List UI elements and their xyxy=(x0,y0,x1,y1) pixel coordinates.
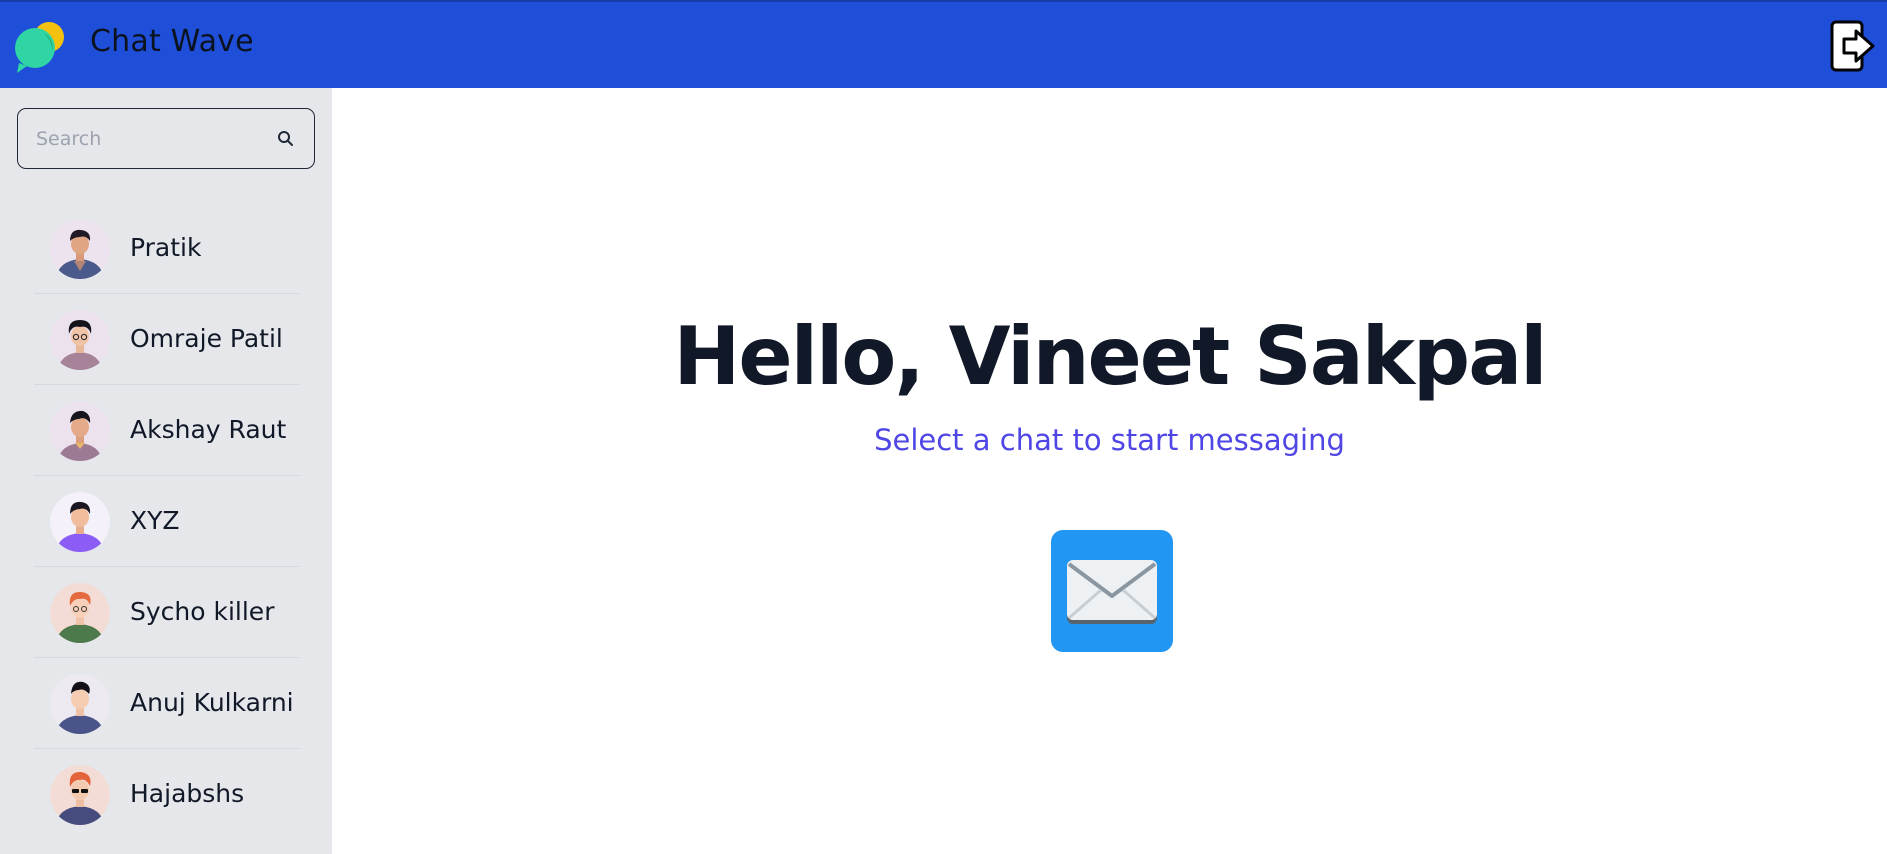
avatar-man-mauve-shirt-icon xyxy=(50,401,110,461)
contact-list: Pratik Omraje Patil Akshay Raut XYZ Sych… xyxy=(34,203,300,840)
contact-item[interactable]: Anuj Kulkarni xyxy=(34,658,300,749)
contact-item[interactable]: Sycho killer xyxy=(34,567,300,658)
avatar-man-curly-hair-icon xyxy=(50,310,110,370)
contact-item[interactable]: Hajabshs xyxy=(34,749,300,840)
contact-item[interactable]: Akshay Raut xyxy=(34,385,300,476)
contact-item[interactable]: XYZ xyxy=(34,476,300,567)
avatar-man-dark-hair-icon xyxy=(50,219,110,279)
logout-icon xyxy=(1830,20,1875,72)
contact-name: Pratik xyxy=(130,233,202,262)
contact-item[interactable]: Omraje Patil xyxy=(34,294,300,385)
greeting-heading: Hello, Vineet Sakpal xyxy=(673,310,1547,403)
search-box[interactable] xyxy=(17,108,315,169)
search-input[interactable] xyxy=(36,123,266,155)
app-title: Chat Wave xyxy=(90,24,254,59)
contact-name: XYZ xyxy=(130,506,180,535)
search-icon[interactable] xyxy=(276,129,296,149)
welcome-panel: Hello, Vineet Sakpal Select a chat to st… xyxy=(332,88,1887,854)
contact-name: Akshay Raut xyxy=(130,415,287,444)
greeting-subtitle: Select a chat to start messaging xyxy=(874,423,1345,457)
logout-button[interactable] xyxy=(1830,20,1876,72)
contact-name: Omraje Patil xyxy=(130,324,283,353)
avatar-man-navy-shirt-icon xyxy=(50,674,110,734)
avatar-man-purple-shirt-icon xyxy=(50,492,110,552)
contact-name: Hajabshs xyxy=(130,779,245,808)
contact-name: Anuj Kulkarni xyxy=(130,688,294,717)
contact-item[interactable]: Pratik xyxy=(34,203,300,294)
mail-icon xyxy=(1051,530,1173,652)
sidebar: Pratik Omraje Patil A xyxy=(0,88,332,854)
contact-name: Sycho killer xyxy=(130,597,275,626)
avatar-redhead-green-shirt-icon xyxy=(50,583,110,643)
avatar-redhead-sunglasses-icon xyxy=(50,765,110,825)
app-header: Chat Wave xyxy=(0,0,1887,88)
chat-bubbles-logo-icon xyxy=(15,22,64,73)
